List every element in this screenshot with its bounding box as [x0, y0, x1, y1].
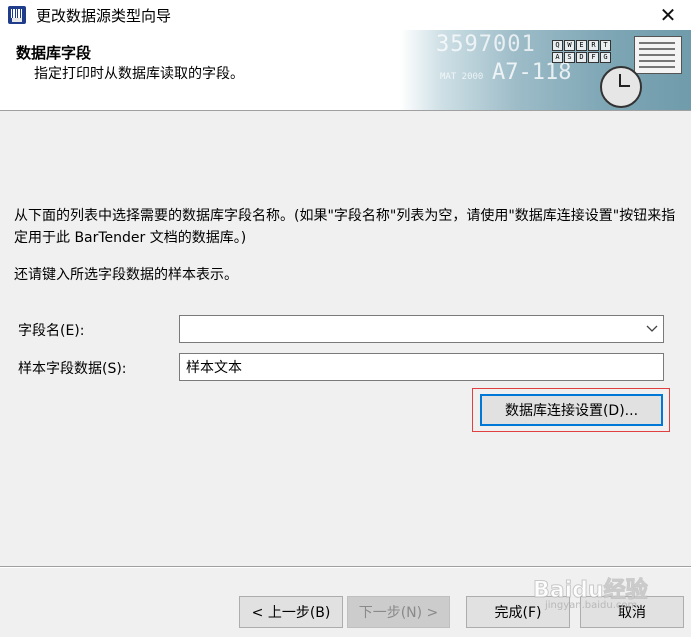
banner-number: 3597001 [436, 32, 536, 57]
back-button[interactable]: < 上一步(B) [239, 596, 343, 628]
footer-divider [0, 566, 691, 568]
window-title: 更改数据源类型向导 [36, 7, 172, 25]
title-bar: 更改数据源类型向导 ✕ [0, 0, 691, 30]
sample-field-input[interactable]: 样本文本 [179, 353, 664, 381]
header-banner-image: 3597001 MAT 2000 A7-118 QWERT ASDFG [400, 30, 691, 110]
bartender-app-icon [8, 6, 26, 24]
field-name-dropdown[interactable] [179, 315, 664, 343]
wizard-header: 数据库字段 指定打印时从数据库读取的字段。 3597001 MAT 2000 A… [0, 30, 691, 111]
next-button[interactable]: 下一步(N) > [347, 596, 450, 628]
step-subtitle: 指定打印时从数据库读取的字段。 [34, 66, 244, 82]
banner-code: A7-118 [492, 60, 572, 85]
instruction-text: 还请键入所选字段数据的样本表示。 [14, 267, 238, 283]
chevron-down-icon[interactable] [641, 316, 663, 342]
document-icon [634, 36, 682, 74]
banner-small-text: MAT 2000 [440, 72, 484, 82]
keyboard-icon: QWERT ASDFG [552, 40, 611, 63]
field-name-label: 字段名(E): [18, 323, 85, 339]
cancel-button[interactable]: 取消 [580, 596, 684, 628]
close-button[interactable]: ✕ [645, 0, 691, 30]
clock-icon [600, 66, 642, 108]
step-title: 数据库字段 [16, 44, 92, 62]
close-icon: ✕ [659, 3, 677, 27]
sample-field-label: 样本字段数据(S): [18, 361, 127, 377]
wizard-window: 更改数据源类型向导 ✕ 数据库字段 指定打印时从数据库读取的字段。 359700… [0, 0, 691, 637]
description-text: 从下面的列表中选择需要的数据库字段名称。(如果"字段名称"列表为空，请使用"数据… [14, 208, 676, 246]
database-connection-settings-button[interactable]: 数据库连接设置(D)... [480, 394, 663, 426]
finish-button[interactable]: 完成(F) [466, 596, 570, 628]
